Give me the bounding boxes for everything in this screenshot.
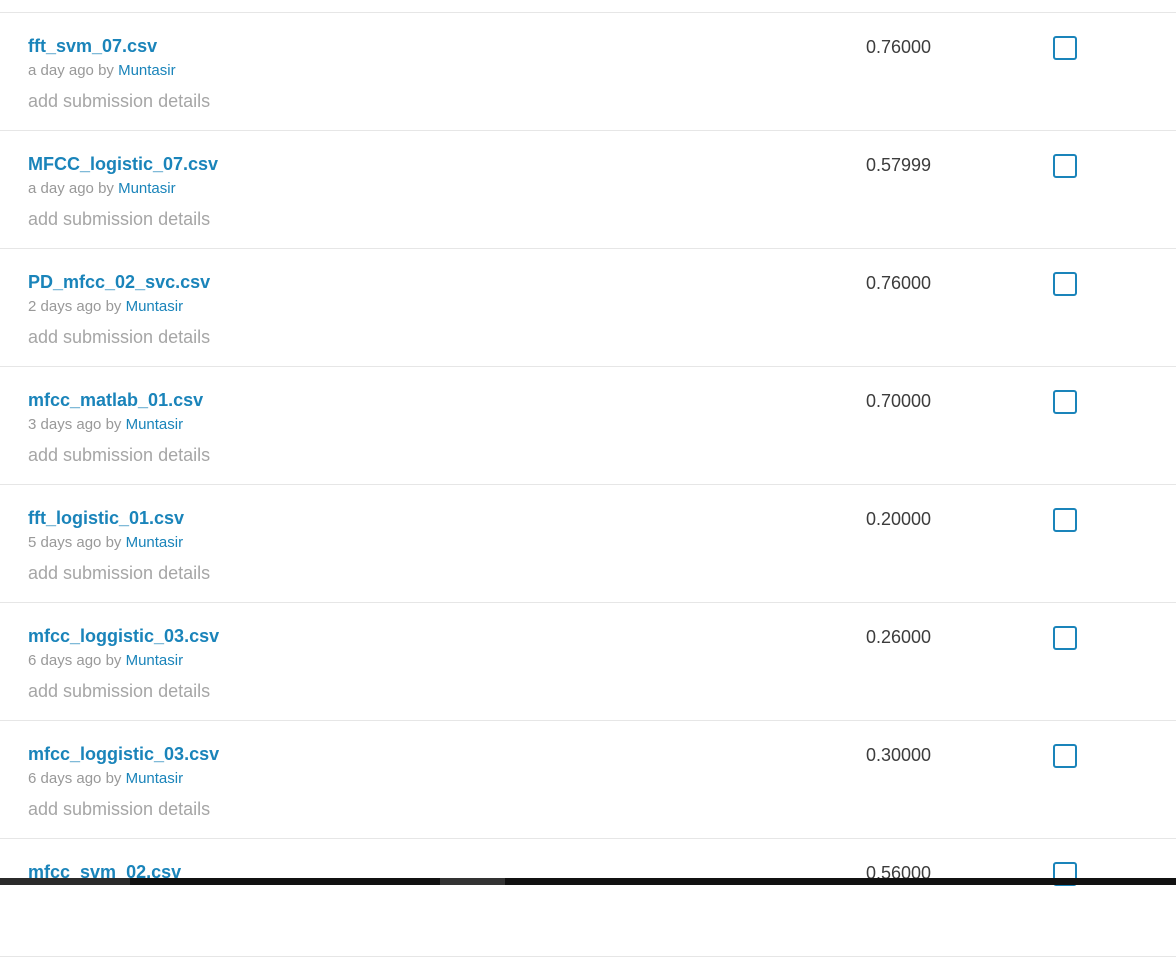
author-link[interactable]: Muntasir	[126, 298, 184, 315]
author-link[interactable]: Muntasir	[126, 534, 184, 551]
submission-score: 0.76000	[866, 37, 932, 57]
submission-row: mfcc_matlab_01.csv 3 days ago by Muntasi…	[0, 367, 1176, 485]
scrollbar-track-segment	[440, 878, 505, 885]
submission-list: fft_svm_07.csv a day ago by Muntasir add…	[0, 12, 1176, 957]
submission-by: by	[105, 770, 122, 787]
add-details-link[interactable]: add submission details	[28, 327, 210, 348]
submission-file-link[interactable]: mfcc_loggistic_03.csv	[28, 744, 219, 765]
select-checkbox[interactable]	[1053, 508, 1077, 532]
select-checkbox[interactable]	[1053, 390, 1077, 414]
submission-file-link[interactable]: mfcc_loggistic_03.csv	[28, 626, 219, 647]
submission-time: 5 days ago	[28, 534, 102, 551]
submission-score: 0.76000	[866, 273, 932, 293]
submission-row: mfcc_svm_02.csv 0.56000	[0, 839, 1176, 957]
submission-file-link[interactable]: PD_mfcc_02_svc.csv	[28, 272, 210, 293]
submission-row: PD_mfcc_02_svc.csv 2 days ago by Muntasi…	[0, 249, 1176, 367]
select-checkbox[interactable]	[1053, 744, 1077, 768]
submission-score: 0.70000	[866, 391, 932, 411]
submission-file-link[interactable]: MFCC_logistic_07.csv	[28, 154, 218, 175]
submission-by: by	[105, 298, 122, 315]
submission-meta: 2 days ago by Muntasir	[28, 298, 183, 315]
submission-meta: 6 days ago by Muntasir	[28, 652, 183, 669]
submission-meta: 3 days ago by Muntasir	[28, 416, 183, 433]
select-checkbox[interactable]	[1053, 272, 1077, 296]
add-details-link[interactable]: add submission details	[28, 91, 210, 112]
author-link[interactable]: Muntasir	[126, 416, 184, 433]
add-details-link[interactable]: add submission details	[28, 681, 210, 702]
submission-time: 2 days ago	[28, 298, 102, 315]
horizontal-scrollbar[interactable]	[0, 878, 1176, 885]
author-link[interactable]: Muntasir	[126, 770, 184, 787]
submission-time: 6 days ago	[28, 770, 102, 787]
author-link[interactable]: Muntasir	[118, 62, 176, 79]
submission-time: a day ago	[28, 62, 94, 79]
submission-row: fft_logistic_01.csv 5 days ago by Muntas…	[0, 485, 1176, 603]
submission-by: by	[98, 62, 114, 79]
submission-by: by	[105, 652, 122, 669]
scrollbar-thumb[interactable]	[0, 878, 130, 885]
submission-by: by	[105, 534, 122, 551]
submission-time: 6 days ago	[28, 652, 102, 669]
author-link[interactable]: Muntasir	[126, 652, 184, 669]
submission-row: mfcc_loggistic_03.csv 6 days ago by Munt…	[0, 721, 1176, 839]
submission-score: 0.26000	[866, 627, 932, 647]
submission-file-link[interactable]: mfcc_matlab_01.csv	[28, 390, 203, 411]
submission-row: fft_svm_07.csv a day ago by Muntasir add…	[0, 13, 1176, 131]
submission-score: 0.20000	[866, 509, 932, 529]
submission-file-link[interactable]: fft_svm_07.csv	[28, 36, 157, 57]
submission-meta: a day ago by Muntasir	[28, 180, 176, 197]
add-details-link[interactable]: add submission details	[28, 209, 210, 230]
submission-meta: 6 days ago by Muntasir	[28, 770, 183, 787]
submission-time: a day ago	[28, 180, 94, 197]
submission-score: 0.57999	[866, 155, 932, 175]
add-details-link[interactable]: add submission details	[28, 445, 210, 466]
submission-file-link[interactable]: fft_logistic_01.csv	[28, 508, 184, 529]
add-details-link[interactable]: add submission details	[28, 799, 210, 820]
submission-row: MFCC_logistic_07.csv a day ago by Muntas…	[0, 131, 1176, 249]
submission-time: 3 days ago	[28, 416, 102, 433]
add-details-link[interactable]: add submission details	[28, 563, 210, 584]
submission-by: by	[105, 416, 122, 433]
author-link[interactable]: Muntasir	[118, 180, 176, 197]
submission-by: by	[98, 180, 114, 197]
select-checkbox[interactable]	[1053, 154, 1077, 178]
select-checkbox[interactable]	[1053, 36, 1077, 60]
select-checkbox[interactable]	[1053, 626, 1077, 650]
submission-row: mfcc_loggistic_03.csv 6 days ago by Munt…	[0, 603, 1176, 721]
submission-meta: 5 days ago by Muntasir	[28, 534, 183, 551]
submission-score: 0.30000	[866, 745, 932, 765]
submission-meta: a day ago by Muntasir	[28, 62, 176, 79]
